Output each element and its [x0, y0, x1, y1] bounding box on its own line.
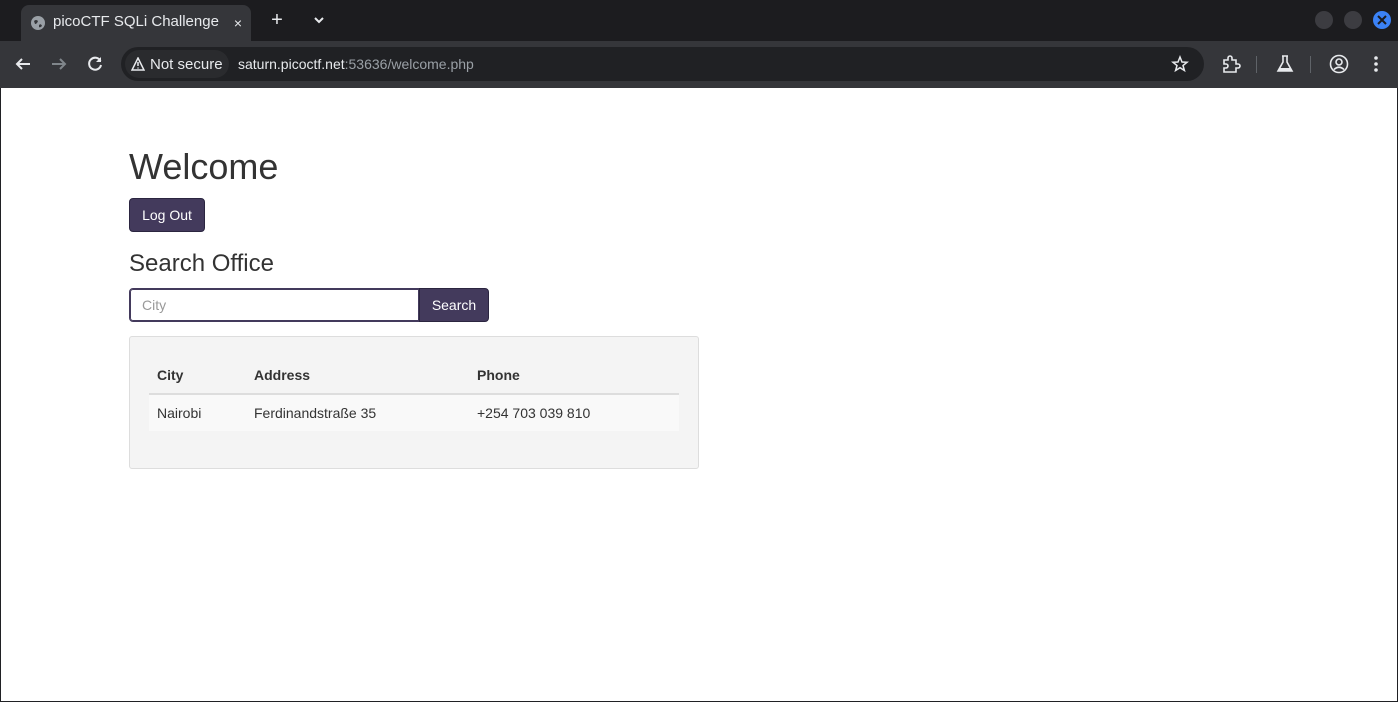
cell-phone: +254 703 039 810: [469, 394, 679, 431]
search-button[interactable]: Search: [419, 288, 489, 322]
results-table: City Address Phone Nairobi Ferdinandstra…: [149, 355, 679, 431]
globe-icon: [31, 16, 45, 30]
browser-toolbar: Not secure saturn.picoctf.net:53636/welc…: [0, 41, 1398, 88]
cell-city: Nairobi: [149, 394, 246, 431]
close-icon: [1377, 15, 1387, 25]
minimize-button[interactable]: [1315, 11, 1333, 29]
url-text[interactable]: saturn.picoctf.net:53636/welcome.php: [238, 56, 474, 72]
close-icon[interactable]: ×: [229, 14, 247, 32]
back-icon[interactable]: [12, 53, 34, 75]
plus-icon[interactable]: +: [266, 9, 288, 31]
profile-icon[interactable]: [1329, 54, 1349, 74]
maximize-button[interactable]: [1344, 11, 1362, 29]
city-search-input[interactable]: [129, 288, 420, 322]
security-chip[interactable]: Not secure: [125, 50, 229, 78]
more-vert-icon[interactable]: [1366, 54, 1386, 74]
page-title: Welcome: [129, 146, 279, 187]
warning-icon: [131, 57, 145, 71]
column-header-phone: Phone: [469, 355, 679, 395]
logout-button[interactable]: Log Out: [129, 198, 205, 232]
chevron-down-icon[interactable]: [309, 10, 329, 30]
security-label: Not secure: [150, 56, 223, 73]
window-close-button[interactable]: [1373, 11, 1391, 29]
address-bar[interactable]: Not secure saturn.picoctf.net:53636/welc…: [121, 47, 1204, 81]
column-header-address: Address: [246, 355, 469, 395]
url-host: saturn.picoctf.net: [238, 56, 345, 72]
table-row: Nairobi Ferdinandstraße 35 +254 703 039 …: [149, 394, 679, 431]
results-panel: City Address Phone Nairobi Ferdinandstra…: [129, 336, 699, 469]
toolbar-divider: [1256, 56, 1257, 73]
forward-icon[interactable]: [48, 53, 70, 75]
cell-address: Ferdinandstraße 35: [246, 394, 469, 431]
table-header-row: City Address Phone: [149, 355, 679, 395]
column-header-city: City: [149, 355, 246, 395]
browser-tab[interactable]: picoCTF SQLi Challenge ×: [21, 5, 251, 41]
search-heading: Search Office: [129, 250, 274, 277]
reload-icon[interactable]: [84, 53, 106, 75]
browser-window: picoCTF SQLi Challenge × + Not secure sa…: [0, 0, 1398, 702]
url-path: :53636/welcome.php: [344, 56, 474, 72]
page-viewport: Welcome Log Out Search Office Search Cit…: [1, 88, 1397, 701]
star-icon[interactable]: [1171, 55, 1189, 73]
tab-title: picoCTF SQLi Challenge: [53, 13, 219, 30]
toolbar-divider: [1310, 56, 1311, 73]
lab-icon[interactable]: [1275, 54, 1295, 74]
extension-icon[interactable]: [1221, 54, 1241, 74]
tab-strip: picoCTF SQLi Challenge × +: [0, 0, 1398, 41]
